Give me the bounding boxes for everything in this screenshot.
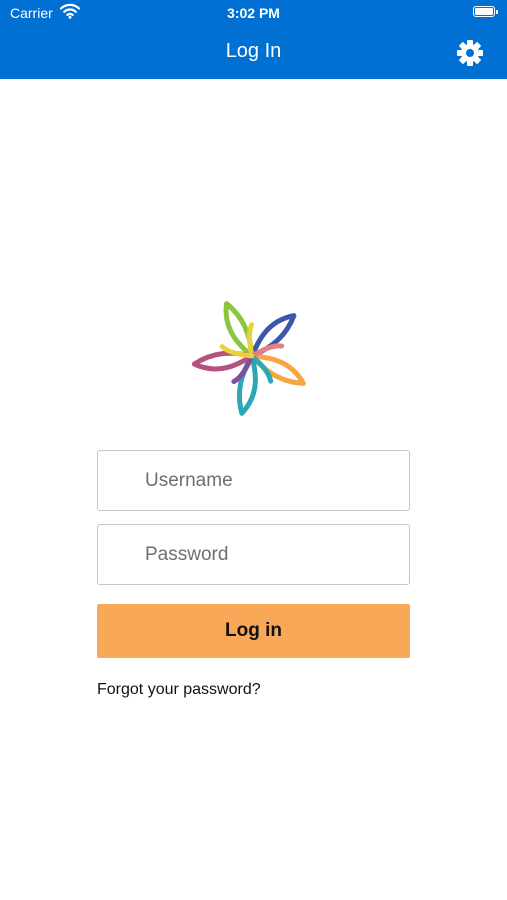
page-title: Log In: [225, 40, 282, 62]
navigation-bar: Log In: [0, 26, 507, 79]
gear-icon[interactable]: [455, 38, 485, 68]
login-button[interactable]: Log in: [97, 604, 410, 658]
battery-icon: [473, 6, 498, 17]
status-time: 3:02 PM: [227, 5, 280, 21]
password-field[interactable]: [97, 524, 410, 585]
username-field[interactable]: [97, 450, 410, 511]
flower-logo-icon: [188, 292, 316, 420]
forgot-password-link[interactable]: Forgot your password?: [97, 681, 261, 699]
status-bar: Carrier 3:02 PM: [0, 0, 507, 26]
